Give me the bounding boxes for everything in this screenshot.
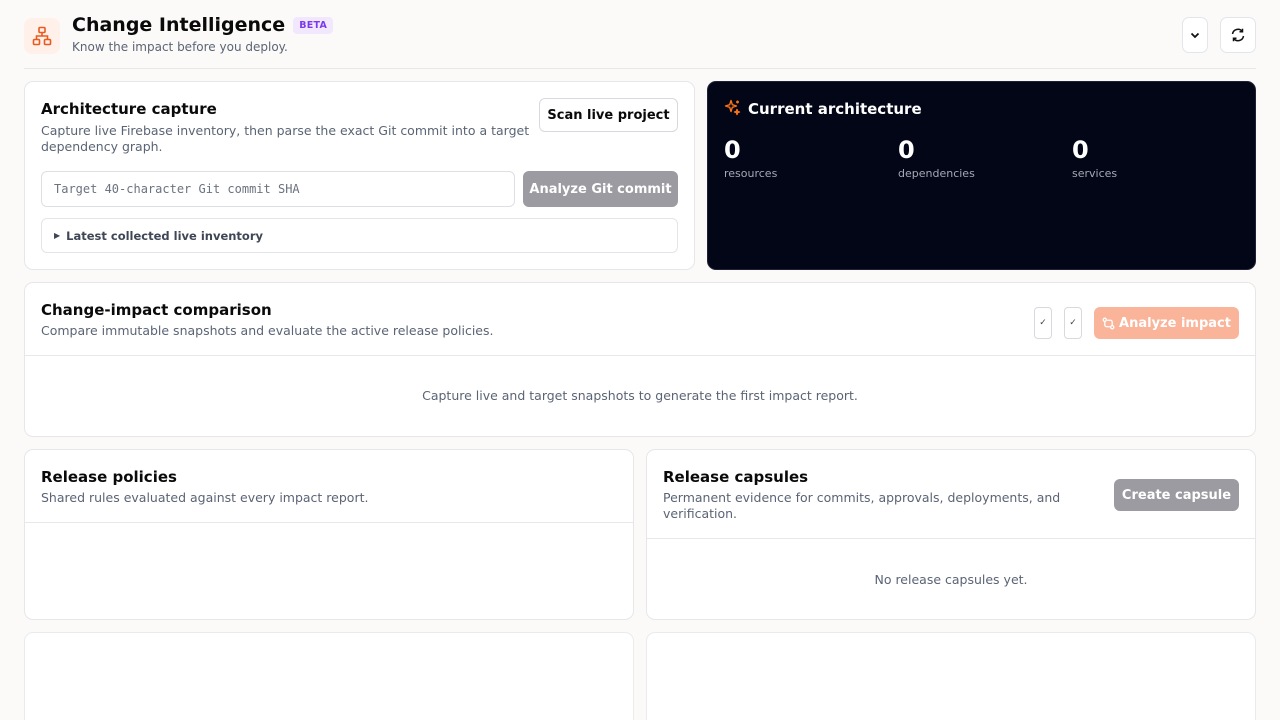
check-icon: ✓ [1039,318,1047,328]
refresh-icon [1231,28,1245,42]
capture-title: Architecture capture [41,100,217,118]
comparison-title: Change-impact comparison [41,301,272,319]
stat-dependencies: 0 dependencies [898,136,975,180]
stat-services: 0 services [1072,136,1117,180]
architecture-title: Current architecture [748,100,922,118]
capture-description: Capture live Firebase inventory, then pa… [41,123,530,154]
target-snapshot-select[interactable]: ✓ [1064,307,1082,339]
comparison-description: Compare immutable snapshots and evaluate… [41,323,494,338]
analyze-git-commit-button[interactable]: Analyze Git commit [523,171,678,207]
expand-button[interactable] [1182,17,1208,53]
refresh-button[interactable] [1220,17,1256,53]
beta-badge: BETA [293,16,334,34]
disclosure-triangle-icon: ▶ [54,231,61,240]
stat-label: services [1072,167,1118,180]
analyze-impact-label: Analyze impact [1119,315,1231,331]
network-icon [32,26,52,46]
stat-value: 0 [898,136,915,164]
release-policies-card: Release policies Shared rules evaluated … [24,449,634,620]
current-architecture-card: Current architecture 0 resources 0 depen… [707,81,1256,270]
policies-description: Shared rules evaluated against every imp… [41,490,369,505]
stat-value: 0 [724,136,741,164]
empty-state: No release capsules yet. [874,572,1028,587]
stat-value: 0 [1072,136,1089,164]
empty-state: Capture live and target snapshots to gen… [422,388,858,403]
page-subtitle: Know the impact before you deploy. [72,40,288,54]
check-icon: ✓ [1069,318,1077,328]
capsules-title: Release capsules [663,468,809,486]
architecture-capture-card: Architecture capture Capture live Fireba… [24,81,695,270]
commit-sha-input[interactable] [41,171,515,207]
stat-label: resources [724,167,778,180]
sparkles-icon [724,99,741,116]
live-inventory-toggle[interactable]: ▶ Latest collected live inventory [41,218,678,253]
create-capsule-button[interactable]: Create capsule [1114,479,1239,511]
next-card-right [646,632,1256,720]
policies-title: Release policies [41,468,177,486]
scan-live-project-button[interactable]: Scan live project [539,98,678,132]
git-compare-icon [1102,317,1115,329]
divider [25,522,633,523]
app-logo [24,18,60,54]
page-title: Change Intelligence [72,14,286,36]
next-card-left [24,632,634,720]
release-capsules-card: Release capsules Permanent evidence for … [646,449,1256,620]
stat-label: dependencies [898,167,975,180]
divider [647,538,1255,539]
stat-resources: 0 resources [724,136,777,180]
analyze-impact-button[interactable]: Analyze impact [1094,307,1239,339]
change-impact-card: Change-impact comparison Compare immutab… [24,282,1256,437]
app-header: Change Intelligence BETA Know the impact… [24,12,1256,69]
chevron-down-icon [1190,32,1200,39]
live-inventory-label: Latest collected live inventory [66,228,263,243]
capsules-description: Permanent evidence for commits, approval… [663,490,1061,521]
live-snapshot-select[interactable]: ✓ [1034,307,1052,339]
divider [25,355,1255,356]
